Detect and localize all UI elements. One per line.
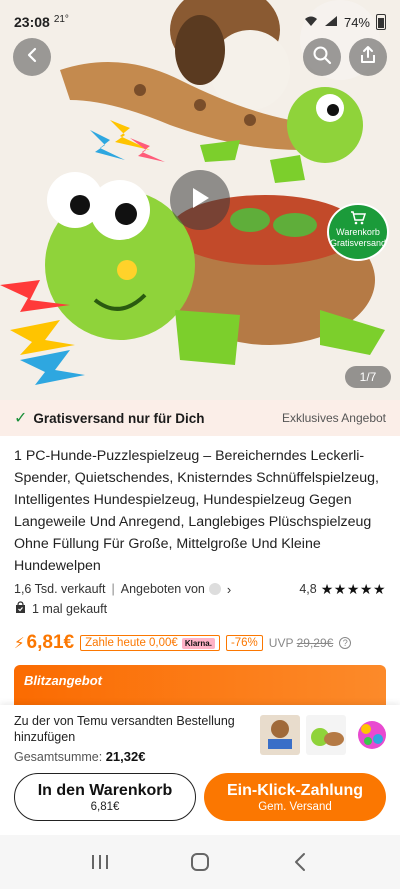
uvp-price: UVP 29,29€ [269, 636, 334, 650]
klarna-logo: Klarna. [181, 637, 215, 649]
flash-sale-banner: Blitzangebot [14, 665, 386, 705]
one-click-pay-label: Ein-Klick-Zahlung [227, 781, 363, 799]
sold-count: 1,6 Tsd. verkauft [14, 582, 106, 596]
bought-row: 1 mal gekauft [14, 600, 107, 618]
cart-badge-label: Warenkorb [336, 227, 380, 237]
back-arrow-icon [24, 47, 40, 68]
search-icon [312, 45, 332, 70]
pay-later-badge[interactable]: Zahle heute 0,00€ Klarna. [80, 635, 220, 651]
cart-thumbnail[interactable] [306, 715, 346, 755]
image-page-indicator: 1/7 [345, 366, 391, 388]
add-to-cart-label: In den Warenkorb [37, 781, 173, 799]
flash-sale-label: Blitzangebot [24, 673, 102, 688]
one-click-pay-sub: Gem. Versand [258, 800, 332, 813]
free-shipping-cart-badge[interactable]: Warenkorb Gratisversand [327, 203, 389, 261]
back-icon[interactable] [280, 847, 320, 877]
status-temperature: 21° [53, 13, 69, 25]
star-rating-icon: ★★★★★ [320, 580, 386, 597]
home-icon[interactable] [180, 847, 220, 877]
exclusive-offer-label: Exklusives Angebot [281, 411, 386, 425]
free-shipping-text: Gratisversand nur für Dich [33, 410, 205, 426]
chevron-right-icon[interactable]: › [227, 582, 231, 597]
cart-thumbnails[interactable] [260, 715, 392, 755]
add-to-cart-panel: Zu der von Temu versandten Bestellung hi… [0, 705, 400, 835]
one-click-pay-button[interactable]: Ein-Klick-Zahlung Gem. Versand [204, 773, 386, 821]
cart-icon [350, 211, 367, 227]
status-bar: 23:08 21° 74% [0, 0, 400, 44]
status-right: 74% [304, 14, 386, 30]
uvp-old-price: 29,29€ [296, 636, 334, 650]
total-label: Gesamtsumme: [14, 750, 103, 764]
cart-badge-free-shipping: Gratisversand [329, 238, 387, 248]
divider: | [111, 582, 115, 596]
wifi-icon [304, 15, 318, 30]
price-row: ⚡ 6,81€ Zahle heute 0,00€ Klarna. -76% U… [14, 631, 394, 655]
battery-level: 74% [343, 14, 370, 30]
check-icon: ✓ [14, 410, 28, 427]
seller-avatar-icon [208, 583, 221, 595]
share-button[interactable] [349, 38, 387, 76]
offered-by-link[interactable]: Angeboten von [121, 582, 205, 596]
share-icon [358, 45, 378, 70]
search-button[interactable] [303, 38, 341, 76]
signal-icon [324, 15, 338, 30]
bought-count: 1 mal gekauft [32, 602, 108, 616]
free-shipping-banner[interactable]: ✓ Gratisversand nur für Dich Exklusives … [0, 400, 400, 436]
cart-thumbnail[interactable] [352, 715, 392, 755]
rating[interactable]: 4,8 ★★★★★ [299, 581, 386, 598]
system-navigation-bar [0, 835, 400, 889]
play-icon [189, 186, 211, 215]
play-video-button[interactable] [170, 170, 230, 230]
product-image-carousel[interactable]: 23:08 21° 74% Warenkorb Gratisversand 1/… [0, 0, 400, 400]
total-value: 21,32€ [105, 749, 146, 764]
shopping-bag-check-icon [14, 601, 27, 617]
cart-thumbnail[interactable] [260, 715, 300, 755]
discount-badge: -76% [225, 635, 263, 651]
info-icon[interactable]: ? [339, 637, 352, 649]
back-button[interactable] [13, 38, 51, 76]
battery-icon [376, 14, 386, 30]
add-to-order-message: Zu der von Temu versandten Bestellung hi… [14, 714, 235, 744]
status-time: 23:08 [14, 14, 50, 30]
add-to-cart-button[interactable]: In den Warenkorb 6,81€ [14, 773, 196, 821]
add-to-cart-price: 6,81€ [90, 800, 120, 813]
product-title: 1 PC-Hunde-Puzzlespielzeug – Bereichernd… [14, 448, 379, 574]
uvp-label: UVP [268, 636, 294, 650]
sales-rating-row: 1,6 Tsd. verkauft | Angeboten von › 4,8 … [14, 579, 386, 599]
current-price: 6,81€ [26, 632, 75, 653]
recent-apps-icon[interactable] [80, 847, 120, 877]
pay-today-text: Zahle heute 0,00€ [85, 637, 178, 649]
rating-value: 4,8 [299, 582, 317, 596]
lightning-icon: ⚡ [14, 635, 25, 652]
order-total: Gesamtsumme: 21,32€ [14, 749, 145, 764]
